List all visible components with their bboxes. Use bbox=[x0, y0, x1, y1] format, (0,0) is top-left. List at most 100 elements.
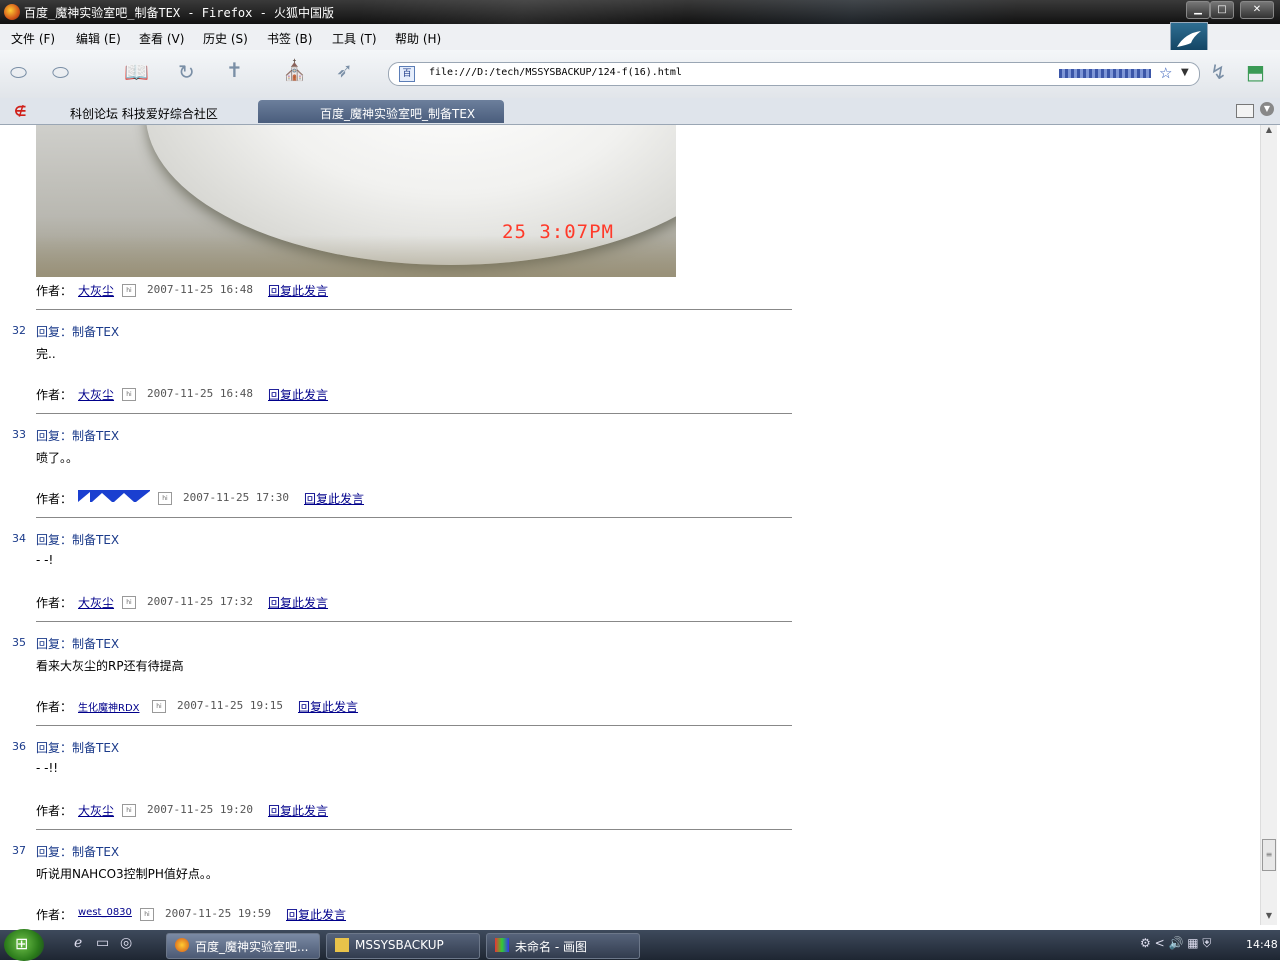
scroll-thumb[interactable]: ≡ bbox=[1262, 839, 1276, 871]
reply-link[interactable]: 回复此发言 bbox=[268, 594, 328, 611]
url-dropdown-icon[interactable]: ▼ bbox=[1181, 67, 1189, 78]
home-icon[interactable]: hi bbox=[122, 284, 136, 297]
home-icon[interactable]: hi bbox=[122, 388, 136, 401]
taskbar-item-label: 百度_魔神实验室吧... bbox=[195, 940, 309, 954]
taskbar-item-firefox[interactable]: 百度_魔神实验室吧... bbox=[166, 933, 320, 959]
post-body: 听说用NAHCO3控制PH值好点。。 bbox=[36, 867, 218, 881]
post-title: 回复：制备TEX bbox=[36, 741, 120, 755]
author-link[interactable]: 大灰尘 bbox=[78, 386, 114, 403]
church-icon[interactable]: ⛪ bbox=[282, 58, 307, 82]
menu-file[interactable]: 文件 (F) bbox=[11, 30, 55, 47]
download-icon[interactable]: ⬒ bbox=[1246, 60, 1265, 84]
reply-link[interactable]: 回复此发言 bbox=[268, 282, 328, 299]
author-link[interactable]: 生化魔神RDX bbox=[78, 699, 140, 714]
author-link[interactable]: 大灰尘 bbox=[78, 802, 114, 819]
folder-icon bbox=[335, 938, 349, 952]
post-time: 2007-11-25 19:59 bbox=[165, 907, 271, 920]
post-time: 2007-11-25 19:15 bbox=[177, 699, 283, 712]
clock: 14:48 bbox=[1246, 938, 1278, 951]
home-icon[interactable]: hi bbox=[140, 908, 154, 921]
menu-bar: 文件 (F) 编辑 (E) 查看 (V) 历史 (S) 书签 (B) 工具 (T… bbox=[0, 24, 1280, 50]
cross-icon[interactable]: ✝ bbox=[226, 58, 243, 82]
post-body: - -! bbox=[36, 553, 54, 567]
author-label: 作者： bbox=[36, 492, 73, 506]
minimize-button[interactable]: ▁ bbox=[1186, 1, 1210, 19]
firefox-icon bbox=[175, 938, 189, 952]
home-icon[interactable]: hi bbox=[122, 596, 136, 609]
post-title: 回复：制备TEX bbox=[36, 429, 120, 443]
reply-link[interactable]: 回复此发言 bbox=[298, 698, 358, 715]
author-link[interactable]: 大灰尘 bbox=[78, 594, 114, 611]
post-number: 35 bbox=[12, 636, 26, 649]
wing-icon[interactable]: ➶ bbox=[336, 58, 353, 82]
reply-link[interactable]: 回复此发言 bbox=[286, 906, 346, 923]
author-link[interactable]: 大灰尘 bbox=[78, 282, 114, 299]
photo-timestamp: 25 3:07PM bbox=[502, 221, 614, 243]
back-icon[interactable]: ⬭ bbox=[10, 60, 27, 84]
post-body: - -!! bbox=[36, 761, 59, 775]
browser-quicklaunch-icon[interactable]: ◎ bbox=[120, 935, 138, 953]
post-divider bbox=[36, 413, 792, 414]
menu-bookmarks[interactable]: 书签 (B) bbox=[267, 30, 312, 47]
show-desktop-icon[interactable]: ▭ bbox=[96, 935, 114, 953]
taskbar-item-folder[interactable]: MSSYSBACKUP bbox=[326, 933, 480, 959]
forward-icon[interactable]: ⬭ bbox=[52, 60, 69, 84]
post-divider bbox=[36, 309, 792, 310]
post-body: 喷了。。 bbox=[36, 451, 79, 465]
vertical-scrollbar[interactable]: ▲ ≡ ▼ bbox=[1260, 125, 1277, 925]
author-label: 作者： bbox=[36, 908, 73, 922]
tab-kechuang[interactable]: 科创论坛 科技爱好综合社区 bbox=[10, 100, 256, 123]
title-bar: 百度_魔神实验室吧_制备TEX - Firefox - 火狐中国版 ▁ □ ✕ bbox=[0, 0, 1280, 24]
reload-icon[interactable]: ↻ bbox=[178, 60, 195, 84]
taskbar-item-label: MSSYSBACKUP bbox=[355, 938, 444, 952]
tab-label: 科创论坛 科技爱好综合社区 bbox=[70, 107, 218, 121]
tab-list-icon[interactable] bbox=[1236, 104, 1254, 118]
url-bar[interactable]: 百 file:///D:/tech/MSSYSBACKUP/124-f(16).… bbox=[388, 62, 1200, 86]
bookmark-star-icon[interactable]: ☆ bbox=[1159, 64, 1172, 82]
post-number: 33 bbox=[12, 428, 26, 441]
author-label: 作者： bbox=[36, 804, 73, 818]
post-number: 34 bbox=[12, 532, 26, 545]
author-label: 作者： bbox=[36, 284, 73, 298]
menu-help[interactable]: 帮助 (H) bbox=[395, 30, 441, 47]
taskbar-item-paint[interactable]: 未命名 - 画图 bbox=[486, 933, 640, 959]
home-icon[interactable]: hi bbox=[152, 700, 166, 713]
tab-label: 百度_魔神实验室吧_制备TEX bbox=[320, 107, 476, 121]
reply-link[interactable]: 回复此发言 bbox=[268, 386, 328, 403]
site-icon: 百 bbox=[399, 66, 415, 82]
menu-view[interactable]: 查看 (V) bbox=[139, 30, 184, 47]
window-title: 百度_魔神实验室吧_制备TEX - Firefox - 火狐中国版 bbox=[24, 6, 335, 20]
post-number: 32 bbox=[12, 324, 26, 337]
ie-icon[interactable]: ℯ bbox=[74, 935, 92, 953]
home-icon[interactable]: hi bbox=[122, 804, 136, 817]
scroll-down-arrow-icon[interactable]: ▼ bbox=[1261, 911, 1277, 925]
menu-history[interactable]: 历史 (S) bbox=[203, 30, 248, 47]
menu-edit[interactable]: 编辑 (E) bbox=[76, 30, 121, 47]
taskbar-item-label: 未命名 - 画图 bbox=[515, 940, 587, 954]
system-tray-icons[interactable]: ⚙ < 🔊 ▦ ⛨ bbox=[1140, 936, 1211, 951]
post-title: 回复：制备TEX bbox=[36, 325, 120, 339]
author-image-name bbox=[78, 490, 150, 502]
tab-baidu[interactable]: 百度_魔神实验室吧_制备TEX bbox=[258, 100, 504, 123]
url-input[interactable]: file:///D:/tech/MSSYSBACKUP/124-f(16).ht… bbox=[429, 67, 682, 78]
post-divider bbox=[36, 829, 792, 830]
home-icon[interactable]: hi bbox=[158, 492, 172, 505]
post-time: 2007-11-25 16:48 bbox=[147, 387, 253, 400]
start-button[interactable]: ⊞ bbox=[4, 929, 44, 961]
author-label: 作者： bbox=[36, 700, 73, 714]
close-button[interactable]: ✕ bbox=[1240, 1, 1274, 19]
menu-tools[interactable]: 工具 (T) bbox=[332, 30, 377, 47]
addon-icon[interactable]: ↯ bbox=[1210, 60, 1227, 84]
maximize-button[interactable]: □ bbox=[1210, 1, 1234, 19]
paint-icon bbox=[495, 938, 509, 952]
reply-link[interactable]: 回复此发言 bbox=[304, 490, 364, 507]
post-number: 37 bbox=[12, 844, 26, 857]
author-label: 作者： bbox=[36, 388, 73, 402]
scroll-up-arrow-icon[interactable]: ▲ bbox=[1261, 125, 1277, 139]
author-link[interactable]: west_0830 bbox=[78, 907, 132, 918]
reply-link[interactable]: 回复此发言 bbox=[268, 802, 328, 819]
author-link[interactable] bbox=[78, 490, 150, 505]
bookmarks-icon[interactable]: 📖 bbox=[124, 60, 149, 84]
post-time: 2007-11-25 17:32 bbox=[147, 595, 253, 608]
tab-scroll-arrow-icon[interactable]: ▼ bbox=[1260, 102, 1274, 116]
